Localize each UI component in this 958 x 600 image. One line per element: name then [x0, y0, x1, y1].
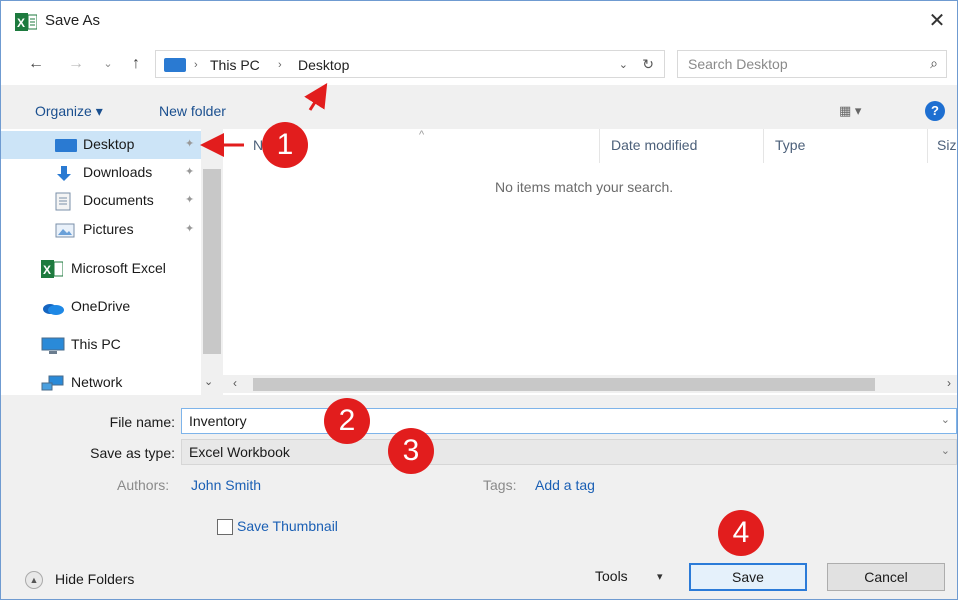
- annotation-badge-2: 2: [324, 398, 370, 444]
- arrow-to-desktop-breadcrumb: [304, 82, 328, 111]
- annotation-badge-4: 4: [718, 510, 764, 556]
- annotation-arrows: [200, 82, 328, 157]
- annotation-badge-1: 1: [262, 122, 308, 168]
- annotation-badge-3: 3: [388, 428, 434, 474]
